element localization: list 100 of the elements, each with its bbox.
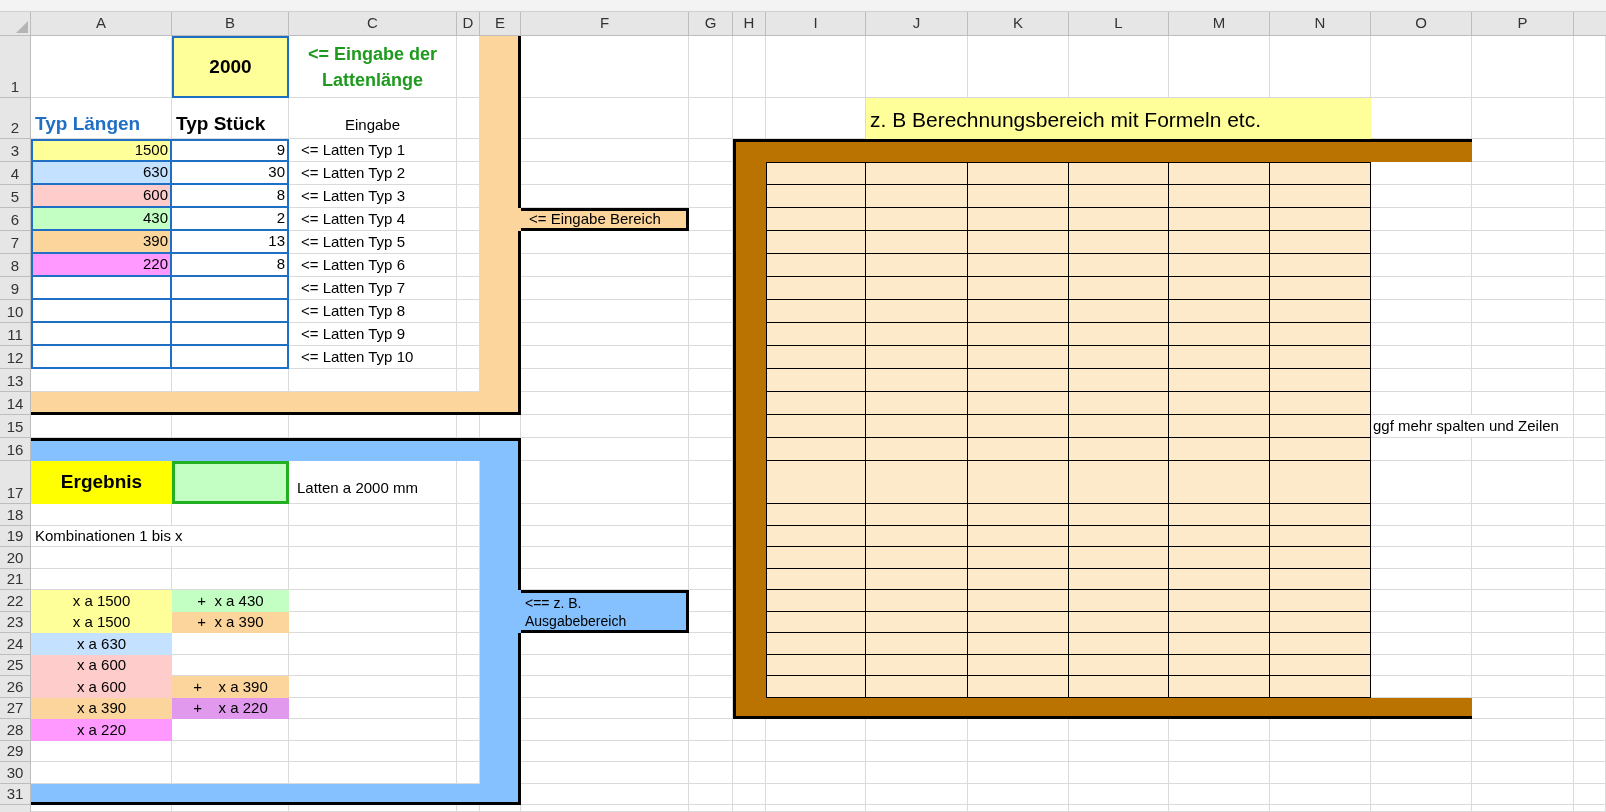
row-header[interactable]: 20 [0,547,31,569]
row-header[interactable]: 27 [0,697,31,719]
column-header[interactable]: D [457,12,480,36]
length-cell[interactable] [31,346,172,369]
grid-cell[interactable] [31,547,172,569]
grid-cell[interactable] [1472,277,1574,300]
column-header[interactable]: J [866,12,968,36]
count-cell[interactable]: 2 [172,208,289,231]
grid-cell[interactable] [1069,762,1169,784]
grid-cell[interactable] [1472,568,1574,590]
column-header[interactable]: C [289,12,457,36]
grid-cell[interactable] [1169,740,1270,762]
grid-cell[interactable] [289,590,457,612]
row-header[interactable]: 13 [0,369,31,392]
grid-cell[interactable] [968,740,1069,762]
grid-cell[interactable] [289,676,457,698]
grid-cell[interactable] [1069,783,1169,805]
grid-cell[interactable] [968,805,1069,812]
row-header[interactable]: 21 [0,568,31,590]
grid-cell[interactable] [866,805,968,812]
grid-cell[interactable] [689,740,733,762]
column-header[interactable]: I [766,12,866,36]
row-header[interactable]: 15 [0,415,31,438]
column-header[interactable]: B [172,12,289,36]
column-header[interactable]: K [968,12,1069,36]
count-cell[interactable]: 9 [172,139,289,162]
grid-cell[interactable] [689,719,733,741]
row-header[interactable]: 14 [0,392,31,415]
row-header[interactable]: 23 [0,611,31,633]
column-header[interactable]: H [733,12,766,36]
grid-cell[interactable] [289,547,457,569]
grid-cell[interactable] [1472,676,1574,698]
grid-cell[interactable] [1270,740,1371,762]
grid-cell[interactable] [1270,805,1371,812]
grid-cell[interactable] [1472,369,1574,392]
grid-cell[interactable] [1574,590,1606,612]
grid-cell[interactable] [1472,504,1574,526]
length-cell[interactable] [31,300,172,323]
grid-cell[interactable] [1574,36,1606,98]
grid-cell[interactable] [521,415,689,438]
grid-cell[interactable] [1371,36,1472,98]
grid-cell[interactable] [1472,300,1574,323]
grid-cell[interactable] [1069,805,1169,812]
grid-cell[interactable] [1574,323,1606,346]
grid-cell[interactable] [1472,254,1574,277]
column-header[interactable]: A [31,12,172,36]
grid-cell[interactable] [1371,805,1472,812]
count-cell[interactable] [172,346,289,369]
row-header[interactable]: 31 [0,783,31,805]
grid-cell[interactable] [1574,254,1606,277]
row-header[interactable]: 16 [0,438,31,461]
column-header[interactable]: P [1472,12,1574,36]
grid-cell[interactable] [1574,654,1606,676]
grid-cell[interactable] [1472,719,1574,741]
length-cell[interactable]: 390 [31,231,172,254]
grid-cell[interactable] [1574,208,1606,231]
grid-cell[interactable] [1574,98,1606,139]
grid-cell[interactable] [289,762,457,784]
row-header[interactable]: 30 [0,762,31,784]
row-header[interactable]: 8 [0,254,31,277]
grid-cell[interactable] [1574,547,1606,569]
row-header[interactable]: 3 [0,139,31,162]
grid-cell[interactable] [733,783,766,805]
grid-cell[interactable] [1574,611,1606,633]
row-header[interactable]: 25 [0,654,31,676]
column-header[interactable]: M [1169,12,1270,36]
row-header[interactable]: 7 [0,231,31,254]
row-header[interactable]: 9 [0,277,31,300]
grid-cell[interactable] [1574,504,1606,526]
result-field[interactable] [172,461,289,504]
count-cell[interactable]: 8 [172,254,289,277]
grid-cell[interactable] [289,719,457,741]
grid-cell[interactable] [1574,633,1606,655]
grid-cell[interactable] [1574,676,1606,698]
grid-cell[interactable] [289,568,457,590]
grid-cell[interactable] [689,98,733,139]
grid-cell[interactable] [1574,185,1606,208]
grid-cell[interactable] [1574,438,1606,461]
grid-cell[interactable] [1574,740,1606,762]
row-header[interactable]: 28 [0,719,31,741]
length-input-field[interactable]: 2000 [172,36,289,98]
grid-cell[interactable] [1574,525,1606,547]
grid-cell[interactable] [1472,611,1574,633]
grid-cell[interactable] [1574,762,1606,784]
grid-cell[interactable] [1472,392,1574,415]
grid-cell[interactable] [1069,740,1169,762]
row-header[interactable]: 4 [0,162,31,185]
grid-cell[interactable] [1472,633,1574,655]
grid-cell[interactable] [1270,783,1371,805]
row-header[interactable]: 5 [0,185,31,208]
select-all-corner[interactable] [0,12,31,36]
grid-cell[interactable] [968,783,1069,805]
grid-cell[interactable] [1472,590,1574,612]
count-cell[interactable]: 13 [172,231,289,254]
grid-cell[interactable] [1574,783,1606,805]
row-header[interactable]: 26 [0,676,31,698]
grid-cell[interactable] [1472,783,1574,805]
grid-cell[interactable] [689,36,733,98]
grid-cell[interactable] [733,740,766,762]
row-header[interactable]: 22 [0,590,31,612]
